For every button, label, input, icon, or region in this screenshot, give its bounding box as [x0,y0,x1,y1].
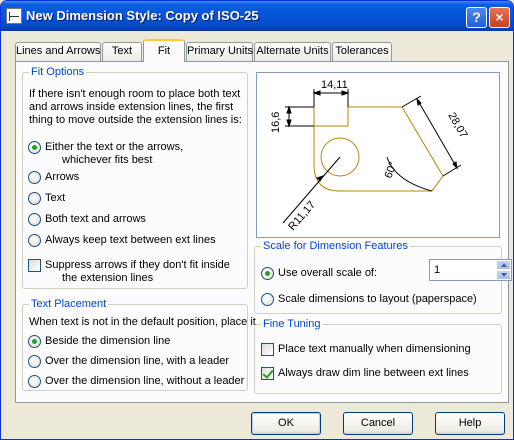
suppress-arrows-label-sub[interactable]: the extension lines [62,272,153,285]
overall-scale-spinner[interactable] [496,260,511,280]
text-placement-description: When text is not in the default position… [29,316,256,328]
always-keep-text-radio[interactable] [28,234,41,247]
spin-up-icon[interactable] [496,260,511,270]
preview-dim-radius: R11,17 [286,199,318,233]
tab-primary-units[interactable]: Primary Units [186,42,253,61]
over-without-leader-label[interactable]: Over the dimension line, without a leade… [45,375,244,388]
fit-options-description-line: and arrows inside extension lines, the f… [29,101,234,113]
suppress-arrows-checkbox[interactable] [28,259,41,272]
close-button[interactable]: × [489,7,510,28]
beside-dimension-line-radio[interactable] [28,335,41,348]
both-text-and-arrows-label[interactable]: Both text and arrows [45,213,146,226]
dimension-preview: 14,11 16,6 28,07 60° R11,17 [256,72,500,238]
over-with-leader-label[interactable]: Over the dimension line, with a leader [45,355,229,368]
cancel-button[interactable]: Cancel [343,412,413,435]
use-overall-scale-label[interactable]: Use overall scale of: [278,267,377,280]
dialog-window: New Dimension Style: Copy of ISO-25 ? × … [0,0,514,440]
over-without-leader-radio[interactable] [28,375,41,388]
fit-options-group: Fit Options If there isn't enough room t… [22,66,248,289]
text-placement-group: Text Placement When text is not in the d… [22,298,256,391]
title-bar[interactable]: New Dimension Style: Copy of ISO-25 ? × [1,1,513,31]
preview-dim-right: 28,07 [445,111,469,141]
fit-options-title: Fit Options [29,66,87,78]
over-with-leader-radio[interactable] [28,355,41,368]
overall-scale-input[interactable]: 1 [429,259,512,281]
either-text-or-arrows-label[interactable]: Either the text or the arrows, [45,141,183,154]
tab-fit[interactable]: Fit [143,39,185,62]
always-draw-dim-line-label[interactable]: Always draw dim line between ext lines [278,367,469,380]
preview-dim-left: 16,6 [270,112,282,133]
always-keep-text-label[interactable]: Always keep text between ext lines [45,234,216,247]
fit-options-description-line: thing to move outside the extension line… [29,114,242,126]
preview-dim-top: 14,11 [321,79,348,91]
scale-to-layout-label[interactable]: Scale dimensions to layout (paperspace) [278,293,477,306]
part-outline [313,106,444,192]
both-text-and-arrows-radio[interactable] [28,213,41,226]
text-label[interactable]: Text [45,192,65,205]
always-draw-dim-line-checkbox[interactable] [261,367,274,380]
tab-text[interactable]: Text [102,42,142,61]
either-text-or-arrows-label-sub[interactable]: whichever fits best [62,154,152,167]
dimension-style-icon [6,8,22,24]
fine-tuning-title: Fine Tuning [261,318,323,330]
fit-options-description-line: If there isn't enough room to place both… [29,88,241,100]
help-title-button[interactable]: ? [466,7,487,28]
tab-alternate-units[interactable]: Alternate Units [254,42,331,61]
use-overall-scale-radio[interactable] [261,267,274,280]
text-placement-title: Text Placement [29,298,109,310]
place-text-manually-label[interactable]: Place text manually when dimensioning [278,343,471,356]
scale-title: Scale for Dimension Features [261,240,410,252]
preview-dim-angle: 60° [383,160,400,180]
spin-down-icon[interactable] [496,270,511,280]
fit-tab-panel: Fit Options If there isn't enough room t… [15,61,509,403]
ok-button[interactable]: OK [251,412,321,435]
arrows-label[interactable]: Arrows [45,171,79,184]
window-title: New Dimension Style: Copy of ISO-25 [26,8,259,23]
help-button[interactable]: Help [435,412,505,435]
tab-tolerances[interactable]: Tolerances [332,42,392,61]
beside-dimension-line-label[interactable]: Beside the dimension line [45,335,170,348]
arrows-radio[interactable] [28,171,41,184]
preview-drawing: 14,11 16,6 28,07 60° R11,17 [270,79,470,233]
fine-tuning-group: Fine Tuning Place text manually when dim… [254,318,502,394]
text-radio[interactable] [28,192,41,205]
place-text-manually-checkbox[interactable] [261,343,274,356]
overall-scale-value[interactable]: 1 [434,264,440,276]
suppress-arrows-label[interactable]: Suppress arrows if they don't fit inside [45,259,230,272]
tab-lines-and-arrows[interactable]: Lines and Arrows [15,42,101,61]
either-text-or-arrows-radio[interactable] [28,141,41,154]
preview-geometry [313,106,444,192]
scale-to-layout-radio[interactable] [261,293,274,306]
